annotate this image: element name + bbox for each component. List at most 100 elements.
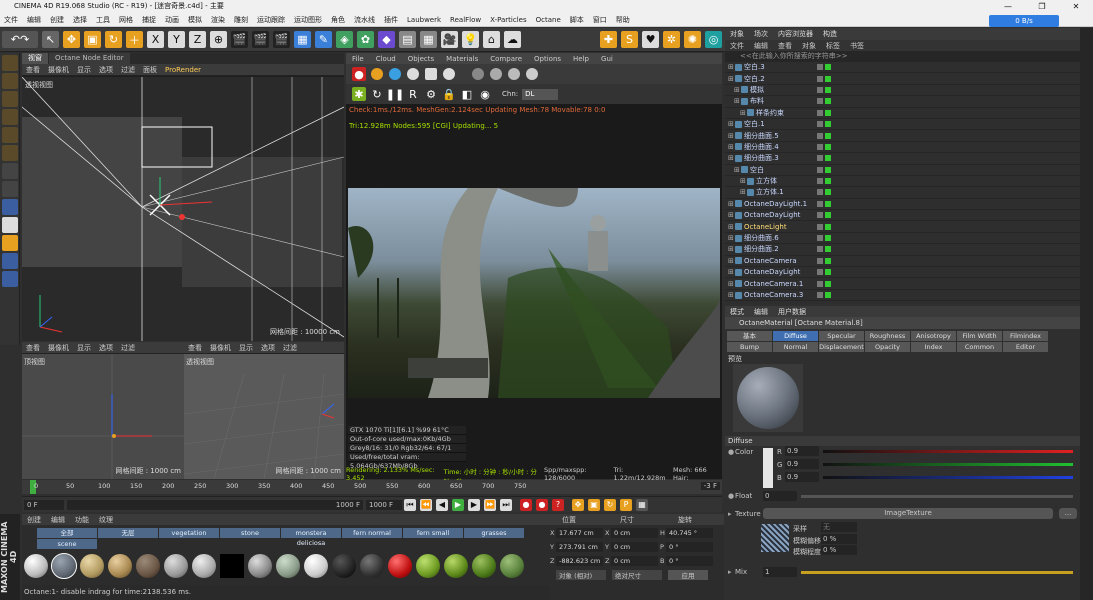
object-visibility-toggles[interactable] — [817, 280, 833, 287]
blur-scale-value[interactable]: 0 % — [821, 545, 857, 555]
expand-icon[interactable]: ⊞ — [728, 268, 734, 276]
expand-icon[interactable]: ⊞ — [728, 75, 734, 83]
mix-expand-icon[interactable]: ▸ — [728, 568, 732, 576]
object-row[interactable]: ⊞ 立方体 — [725, 176, 1093, 188]
octane-region-icon[interactable]: R — [406, 87, 420, 101]
menu-edit[interactable]: 编辑 — [51, 515, 65, 525]
sky-icon[interactable]: ▦ — [420, 31, 437, 48]
menu-bookmarks[interactable]: 书签 — [850, 41, 864, 51]
object-visibility-toggles[interactable] — [817, 269, 833, 276]
menu-edit[interactable]: 编辑 — [754, 41, 768, 51]
object-visibility-toggles[interactable] — [817, 178, 833, 185]
material-channel-tab[interactable]: Anisotropy — [911, 331, 956, 341]
material-channel-tab[interactable]: Bump — [727, 342, 772, 352]
color-swatch[interactable] — [763, 448, 773, 488]
octane-material-ball2-icon[interactable] — [490, 68, 502, 80]
layer-button[interactable]: stone — [220, 528, 280, 538]
points-mode-icon[interactable] — [2, 109, 18, 125]
material-ball[interactable] — [220, 554, 244, 578]
rot-key-icon[interactable]: ↻ — [604, 498, 616, 511]
octane-material-ball-icon[interactable] — [472, 68, 484, 80]
floor-icon[interactable]: ▤ — [399, 31, 416, 48]
menu-view[interactable]: 查看 — [26, 65, 40, 75]
material-channel-tab[interactable]: Diffuse — [773, 331, 818, 341]
material-ball[interactable] — [332, 554, 356, 578]
object-row[interactable]: ⊞ 细分曲面.2 — [725, 244, 1093, 256]
menu-item[interactable]: 流水线 — [354, 13, 375, 27]
material-channel-tab[interactable]: Index — [911, 342, 956, 352]
object-row[interactable]: ⊞ OctaneCamera — [725, 256, 1093, 268]
tab-objects[interactable]: 对象 — [730, 29, 744, 39]
menu-item[interactable]: 帮助 — [616, 13, 630, 27]
octane-material-ball3-icon[interactable] — [508, 68, 520, 80]
rot-h-field[interactable]: 40.745 ° — [666, 528, 713, 538]
expand-icon[interactable]: ⊞ — [728, 234, 734, 242]
menu-item[interactable]: X-Particles — [490, 13, 526, 27]
object-visibility-toggles[interactable] — [817, 155, 833, 162]
menu-item[interactable]: 动画 — [165, 13, 179, 27]
deformer-icon[interactable]: ◆ — [378, 31, 395, 48]
z-axis-icon[interactable]: Z — [189, 31, 206, 48]
octane-white-icon[interactable] — [425, 68, 437, 80]
layer-icon[interactable] — [2, 271, 18, 287]
object-row[interactable]: ⊞ OctaneDayLight.1 — [725, 199, 1093, 211]
object-name[interactable]: 立方体 — [756, 176, 777, 186]
render-picture-icon[interactable]: 🎬 — [252, 31, 269, 48]
material-ball[interactable] — [444, 554, 468, 578]
mix-slider[interactable] — [801, 571, 1073, 574]
object-visibility-toggles[interactable] — [817, 223, 833, 230]
object-name[interactable]: 空白.3 — [744, 62, 765, 72]
material-channel-tab[interactable]: Roughness — [865, 331, 910, 341]
texture-button[interactable]: ImageTexture — [763, 508, 1053, 519]
menu-options[interactable]: 选项 — [261, 343, 275, 353]
side-viewport[interactable]: 查看 摄像机 显示 选项 过滤 透视视图 网格间距 : 1000 cm — [184, 342, 344, 479]
attr-user-data[interactable]: 用户数据 — [778, 307, 806, 317]
r-value[interactable]: 0.9 — [785, 446, 819, 456]
tab-viewport[interactable]: 视窗 — [22, 53, 48, 64]
object-row[interactable]: ⊞ OctaneDayLight — [725, 210, 1093, 222]
menu-item[interactable]: 渲染 — [211, 13, 225, 27]
mix-value[interactable]: 1 — [763, 567, 797, 577]
material-ball[interactable] — [80, 554, 104, 578]
object-mode-select[interactable]: 对象 (相对) — [556, 570, 606, 580]
octane-settings-gear-icon[interactable]: ⚙ — [424, 87, 438, 101]
object-name[interactable]: OctaneCamera — [744, 257, 797, 265]
rot-b-field[interactable]: 0 ° — [666, 556, 713, 566]
object-row[interactable]: ⊞ 空白 — [725, 165, 1093, 176]
subdivision-icon[interactable]: ◈ — [336, 31, 353, 48]
octane-restart-icon[interactable]: ↻ — [370, 87, 384, 101]
cube-icon[interactable]: ▦ — [294, 31, 311, 48]
menu-item[interactable]: 选择 — [73, 13, 87, 27]
material-ball[interactable] — [108, 554, 132, 578]
material-ball[interactable] — [192, 554, 216, 578]
object-visibility-toggles[interactable] — [817, 257, 833, 264]
object-name[interactable]: 空白.2 — [744, 74, 765, 84]
menu-objects[interactable]: 对象 — [802, 41, 816, 51]
tab-content-browser[interactable]: 内容浏览器 — [778, 29, 813, 39]
material-channel-tab[interactable]: Film Width — [957, 331, 1002, 341]
object-visibility-toggles[interactable] — [817, 189, 833, 196]
octane-menu-compare[interactable]: Compare — [490, 55, 522, 63]
menu-view[interactable]: 查看 — [188, 343, 202, 353]
object-row[interactable]: ⊞ 模拟 — [725, 85, 1093, 97]
cloud-icon[interactable]: ☁ — [504, 31, 521, 48]
expand-icon[interactable]: ⊞ — [728, 245, 734, 253]
play-icon[interactable]: ▶ — [452, 498, 464, 511]
object-visibility-toggles[interactable] — [817, 121, 833, 128]
go-end-icon[interactable]: ⏭ — [500, 498, 512, 511]
object-name[interactable]: OctaneLight — [744, 223, 787, 231]
size-mode-select[interactable]: 绝对尺寸 — [612, 570, 662, 580]
tweak-mode-icon[interactable] — [2, 181, 18, 197]
top-viewport[interactable]: 查看 摄像机 显示 选项 过滤 顶视图 网格间距 : 1000 cm — [22, 342, 184, 479]
object-visibility-toggles[interactable] — [817, 166, 833, 173]
layer-button[interactable]: vegetation — [159, 528, 219, 538]
expand-icon[interactable]: ⊞ — [728, 200, 734, 208]
octane-sun-icon[interactable] — [371, 68, 383, 80]
expand-icon[interactable]: ⊞ — [728, 154, 734, 162]
material-channel-tab[interactable]: Editor — [1003, 342, 1048, 352]
material-channel-tab[interactable]: Displacement — [819, 342, 864, 352]
blur-offset-value[interactable]: 0 % — [821, 534, 857, 544]
texture-mode-icon[interactable] — [2, 91, 18, 107]
object-visibility-toggles[interactable] — [817, 143, 833, 150]
pos-z-field[interactable]: -882.623 cm — [556, 556, 603, 566]
